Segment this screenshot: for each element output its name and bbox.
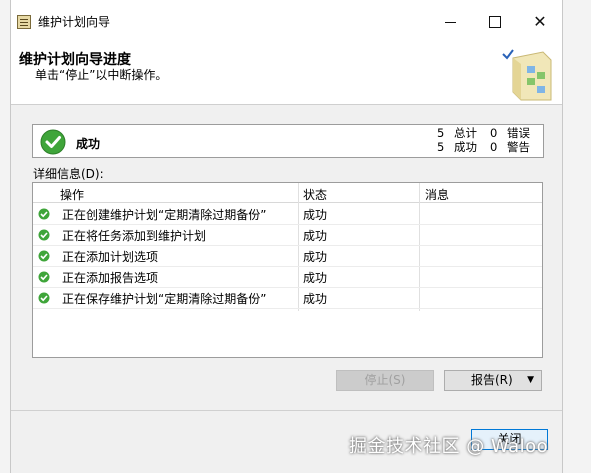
report-button-label: 报告(R): [471, 373, 513, 387]
row-status: 成功: [303, 250, 328, 264]
status-panel: 成功 5 总计 0 错误 5 成功 0 警告: [32, 124, 544, 158]
background-right: [563, 0, 591, 473]
minimize-button[interactable]: [439, 11, 463, 33]
dropdown-arrow-icon: ▼: [527, 375, 534, 385]
row-status: 成功: [303, 208, 328, 222]
success-check-icon: [38, 208, 50, 220]
column-header-action[interactable]: 操作: [60, 186, 84, 203]
window-title: 维护计划向导: [38, 15, 111, 29]
row-action: 正在添加报告选项: [62, 271, 159, 285]
row-status: 成功: [303, 229, 328, 243]
total-count: 5: [437, 126, 445, 140]
warning-count: 0: [490, 140, 498, 154]
table-row[interactable]: 正在添加报告选项 成功: [33, 266, 542, 288]
wizard-window: 维护计划向导 ✕ 维护计划向导进度 单击“停止”以中断操作。 成功 5 总计 0: [10, 0, 563, 473]
close-window-button[interactable]: ✕: [528, 11, 552, 33]
wizard-graphic-icon: [502, 49, 552, 101]
wizard-header: 维护计划向导进度 单击“停止”以中断操作。: [11, 44, 562, 105]
watermark: 掘金技术社区 @ Waloo: [349, 436, 549, 457]
row-action: 正在添加计划选项: [62, 250, 159, 264]
table-row[interactable]: 正在创建维护计划“定期清除过期备份” 成功: [33, 203, 542, 225]
error-label: 错误: [507, 126, 530, 140]
success-check-icon: [38, 271, 50, 283]
maximize-button[interactable]: [483, 11, 507, 33]
grid-header: 操作 状态 消息: [33, 183, 542, 203]
footer-divider: [11, 410, 562, 411]
row-status: 成功: [303, 292, 328, 306]
success-check-icon: [38, 292, 50, 304]
success-count: 5: [437, 140, 445, 154]
stop-button[interactable]: 停止(S): [336, 370, 434, 391]
row-action: 正在保存维护计划“定期清除过期备份”: [62, 292, 267, 306]
details-label: 详细信息(D):: [33, 167, 104, 181]
table-row[interactable]: 正在保存维护计划“定期清除过期备份” 成功: [33, 287, 542, 309]
row-status: 成功: [303, 271, 328, 285]
report-button[interactable]: 报告(R) ▼: [444, 370, 542, 391]
background-left: [0, 0, 10, 473]
app-icon: [17, 15, 31, 29]
details-grid[interactable]: 操作 状态 消息 正在创建维护计划“定期清除过期备份” 成功 正在将任务添加到维…: [32, 182, 543, 358]
success-label: 成功: [454, 140, 477, 154]
success-check-icon: [40, 129, 66, 155]
status-text: 成功: [76, 137, 101, 151]
success-check-icon: [38, 250, 50, 262]
error-count: 0: [490, 126, 498, 140]
column-header-status[interactable]: 状态: [303, 186, 327, 203]
row-action: 正在创建维护计划“定期清除过期备份”: [62, 208, 267, 222]
table-row[interactable]: 正在添加计划选项 成功: [33, 245, 542, 267]
table-row[interactable]: 正在将任务添加到维护计划 成功: [33, 224, 542, 246]
title-bar[interactable]: 维护计划向导 ✕: [11, 0, 562, 44]
row-action: 正在将任务添加到维护计划: [62, 229, 207, 243]
total-label: 总计: [454, 126, 477, 140]
page-subtitle: 单击“停止”以中断操作。: [35, 68, 168, 82]
warning-label: 警告: [507, 140, 530, 154]
success-check-icon: [38, 229, 50, 241]
column-header-message[interactable]: 消息: [425, 186, 449, 203]
